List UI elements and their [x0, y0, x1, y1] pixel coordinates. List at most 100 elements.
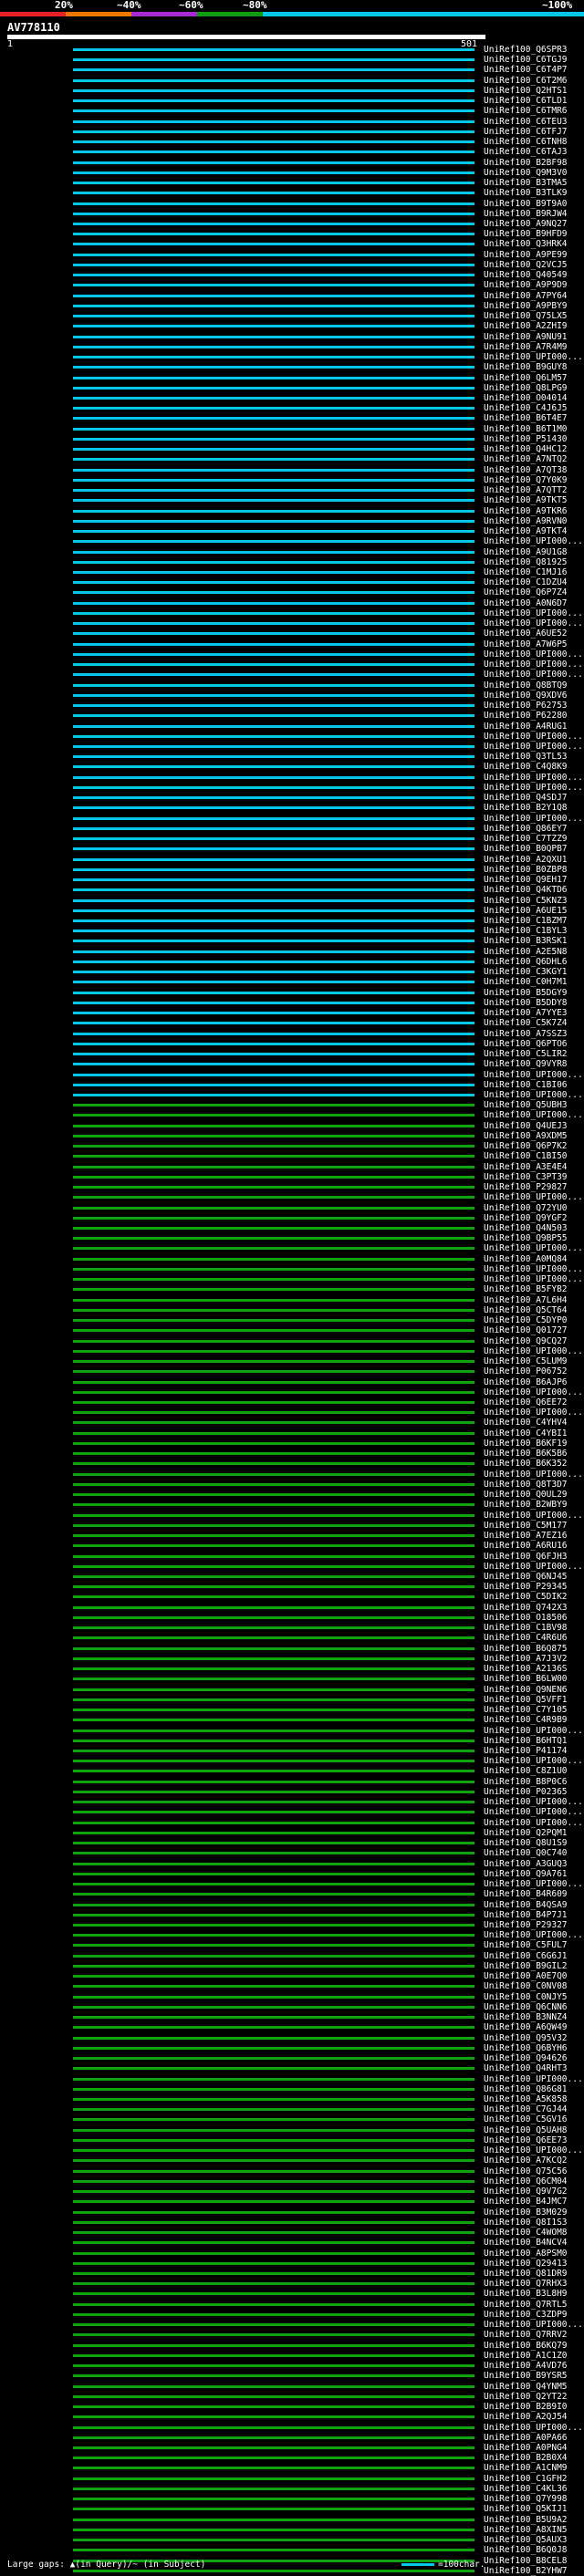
- hit-id-link[interactable]: UniRef100_C1GFH2: [484, 2474, 568, 2484]
- hit-id-link[interactable]: UniRef100_A9U1G8: [484, 547, 568, 557]
- hit-id-link[interactable]: UniRef100_UPI000...: [484, 2145, 583, 2155]
- hit-id-link[interactable]: UniRef100_C4R6U6: [484, 1633, 568, 1643]
- hit-id-link[interactable]: UniRef100_A0E7Q0: [484, 1971, 568, 1981]
- hit-id-link[interactable]: UniRef100_A9PBY9: [484, 301, 568, 311]
- hit-row[interactable]: UniRef100_C6TGJ9: [0, 55, 584, 65]
- hit-row[interactable]: UniRef100_A6QW49: [0, 2022, 584, 2032]
- alignment-bar[interactable]: [73, 2169, 474, 2173]
- hit-id-link[interactable]: UniRef100_C4YBI1: [484, 1428, 568, 1439]
- alignment-bar[interactable]: [73, 1924, 474, 1927]
- hit-id-link[interactable]: UniRef100_B3TMA5: [484, 178, 568, 188]
- alignment-bar[interactable]: [73, 1001, 474, 1004]
- alignment-bar[interactable]: [73, 468, 474, 472]
- alignment-bar[interactable]: [73, 1852, 474, 1855]
- hit-row[interactable]: UniRef100_C5K7Z4: [0, 1018, 584, 1028]
- hit-id-link[interactable]: UniRef100_A7YYE3: [484, 1008, 568, 1018]
- hit-id-link[interactable]: UniRef100_B6Q0J8: [484, 2545, 568, 2555]
- hit-id-link[interactable]: UniRef100_Q81DR9: [484, 2269, 568, 2279]
- hit-row[interactable]: UniRef100_Q4YNM5: [0, 2382, 584, 2392]
- alignment-bar[interactable]: [73, 1605, 474, 1609]
- hit-row[interactable]: UniRef100_B9GUY8: [0, 362, 584, 372]
- hit-row[interactable]: UniRef100_Q5UBH3: [0, 1100, 584, 1110]
- hit-row[interactable]: UniRef100_Q6BYH6: [0, 2043, 584, 2053]
- hit-id-link[interactable]: UniRef100_C6TAJ3: [484, 147, 568, 157]
- hit-row[interactable]: UniRef100_UPI000...: [0, 1879, 584, 1889]
- hit-id-link[interactable]: UniRef100_A9TKT4: [484, 526, 568, 536]
- hit-row[interactable]: UniRef100_C6TMR6: [0, 106, 584, 116]
- hit-row[interactable]: UniRef100_C6TNH8: [0, 137, 584, 147]
- hit-id-link[interactable]: UniRef100_C0NJY5: [484, 1992, 568, 2002]
- alignment-bar[interactable]: [73, 1370, 474, 1374]
- hit-row[interactable]: UniRef100_Q95V32: [0, 2033, 584, 2043]
- hit-row[interactable]: UniRef100_UPI000...: [0, 732, 584, 742]
- hit-row[interactable]: UniRef100_Q6EE73: [0, 2135, 584, 2145]
- hit-row[interactable]: UniRef100_A1CNM9: [0, 2463, 584, 2473]
- hit-id-link[interactable]: UniRef100_C1BI50: [484, 1151, 568, 1161]
- hit-id-link[interactable]: UniRef100_B5U9A2: [484, 2515, 568, 2525]
- hit-id-link[interactable]: UniRef100_P29345: [484, 1582, 568, 1592]
- hit-row[interactable]: UniRef100_B0ZBP8: [0, 865, 584, 875]
- hit-id-link[interactable]: UniRef100_UPI000...: [484, 1264, 583, 1274]
- hit-id-link[interactable]: UniRef100_B6K5B6: [484, 1449, 568, 1459]
- alignment-bar[interactable]: [73, 1934, 474, 1937]
- hit-id-link[interactable]: UniRef100_A7QTT2: [484, 485, 568, 495]
- hit-id-link[interactable]: UniRef100_C6TNH8: [484, 137, 568, 147]
- alignment-bar[interactable]: [73, 1462, 474, 1466]
- alignment-bar[interactable]: [73, 437, 474, 441]
- hit-id-link[interactable]: UniRef100_Q2HTS1: [484, 86, 568, 96]
- hit-row[interactable]: UniRef100_B2B0X4: [0, 2453, 584, 2463]
- alignment-bar[interactable]: [73, 2087, 474, 2091]
- hit-row[interactable]: UniRef100_Q9EH17: [0, 875, 584, 885]
- alignment-bar[interactable]: [73, 960, 474, 963]
- hit-id-link[interactable]: UniRef100_A9NQ27: [484, 219, 568, 229]
- alignment-bar[interactable]: [73, 919, 474, 922]
- hit-id-link[interactable]: UniRef100_Q86G81: [484, 2084, 568, 2094]
- hit-id-link[interactable]: UniRef100_P51430: [484, 434, 568, 444]
- hit-row[interactable]: UniRef100_Q3TL53: [0, 752, 584, 762]
- hit-row[interactable]: UniRef100_Q2PQM1: [0, 1828, 584, 1838]
- alignment-bar[interactable]: [73, 683, 474, 687]
- hit-row[interactable]: UniRef100_B6AJP6: [0, 1377, 584, 1387]
- hit-row[interactable]: UniRef100_C1DZU4: [0, 577, 584, 587]
- hit-row[interactable]: UniRef100_Q9V7G2: [0, 2186, 584, 2197]
- alignment-bar[interactable]: [73, 2210, 474, 2214]
- hit-id-link[interactable]: UniRef100_UPI000...: [484, 1192, 583, 1202]
- hit-id-link[interactable]: UniRef100_UPI000...: [484, 1387, 583, 1397]
- alignment-bar[interactable]: [73, 243, 474, 246]
- hit-id-link[interactable]: UniRef100_Q8U1S9: [484, 1838, 568, 1848]
- alignment-bar[interactable]: [73, 991, 474, 994]
- hit-id-link[interactable]: UniRef100_O18506: [484, 1613, 568, 1623]
- hit-row[interactable]: UniRef100_Q7RTL5: [0, 2300, 584, 2310]
- hit-row[interactable]: UniRef100_C1BI06: [0, 1080, 584, 1090]
- hit-row[interactable]: UniRef100_B2B9I0: [0, 2402, 584, 2412]
- hit-row[interactable]: UniRef100_Q9NEN6: [0, 1685, 584, 1695]
- hit-id-link[interactable]: UniRef100_UPI000...: [484, 1879, 583, 1889]
- alignment-bar[interactable]: [73, 1862, 474, 1865]
- alignment-bar[interactable]: [73, 1042, 474, 1045]
- hit-row[interactable]: UniRef100_C5KNZ3: [0, 896, 584, 906]
- hit-id-link[interactable]: UniRef100_Q6PTO6: [484, 1039, 568, 1049]
- hit-id-link[interactable]: UniRef100_A0PNG4: [484, 2443, 568, 2453]
- hit-id-link[interactable]: UniRef100_Q6P7Z4: [484, 587, 568, 597]
- hit-id-link[interactable]: UniRef100_B2B0X4: [484, 2453, 568, 2463]
- alignment-bar[interactable]: [73, 1698, 474, 1701]
- hit-row[interactable]: UniRef100_C8Z1U0: [0, 1766, 584, 1776]
- hit-row[interactable]: UniRef100_C4WOM8: [0, 2228, 584, 2238]
- hit-id-link[interactable]: UniRef100_UPI000...: [484, 352, 583, 362]
- hit-id-link[interactable]: UniRef100_Q9M3V0: [484, 168, 568, 178]
- hit-id-link[interactable]: UniRef100_Q8BTQ9: [484, 680, 568, 691]
- alignment-bar[interactable]: [73, 1913, 474, 1916]
- hit-row[interactable]: UniRef100_B6T1M0: [0, 424, 584, 434]
- hit-id-link[interactable]: UniRef100_C5K7Z4: [484, 1018, 568, 1028]
- hit-id-link[interactable]: UniRef100_B2B9I0: [484, 2402, 568, 2412]
- hit-id-link[interactable]: UniRef100_C5LUM9: [484, 1356, 568, 1366]
- alignment-bar[interactable]: [73, 1114, 474, 1117]
- alignment-bar[interactable]: [73, 2046, 474, 2050]
- alignment-bar[interactable]: [73, 376, 474, 379]
- hit-row[interactable]: UniRef100_Q5VFF1: [0, 1695, 584, 1705]
- alignment-bar[interactable]: [73, 1729, 474, 1732]
- hit-id-link[interactable]: UniRef100_C3PT39: [484, 1172, 568, 1182]
- alignment-bar[interactable]: [73, 1032, 474, 1035]
- hit-row[interactable]: UniRef100_A7SSZ3: [0, 1029, 584, 1039]
- hit-row[interactable]: UniRef100_A0PA66: [0, 2433, 584, 2443]
